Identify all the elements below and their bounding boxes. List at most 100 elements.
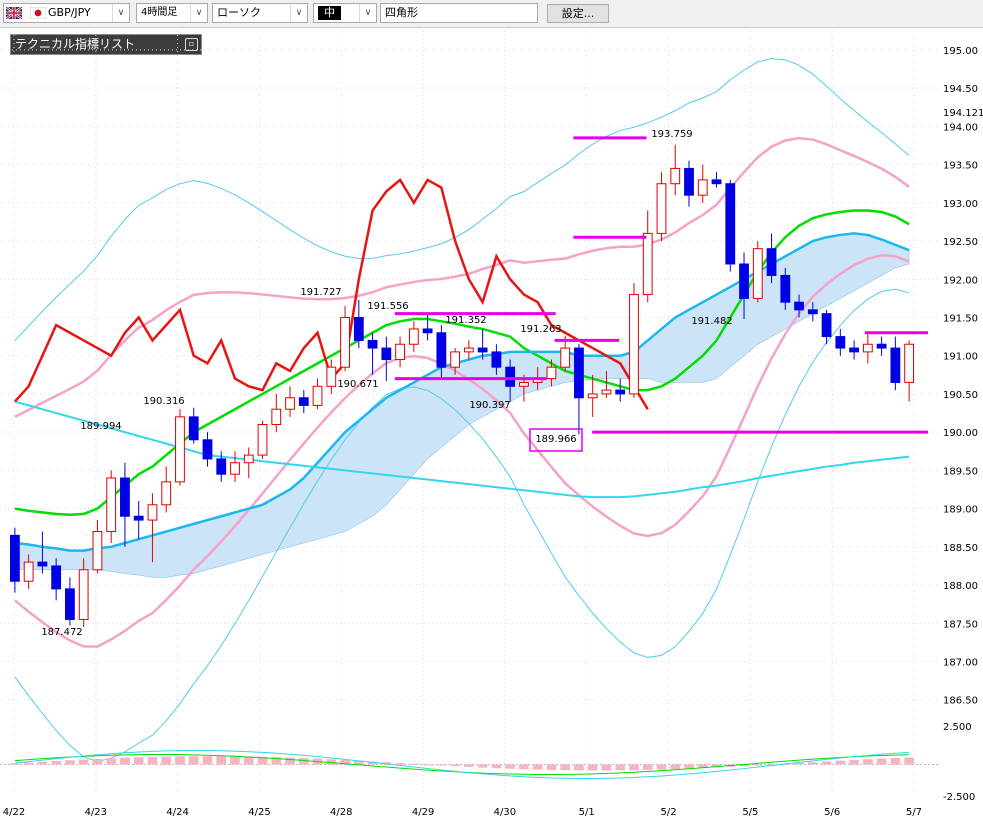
histogram-bar <box>587 764 598 771</box>
candle-body <box>216 458 227 475</box>
histogram-bar <box>574 764 584 771</box>
price-annotation: 191.263 <box>520 324 561 335</box>
candle-body <box>175 416 185 483</box>
price-annotation: 193.759 <box>651 129 692 140</box>
histogram-bar <box>409 763 419 765</box>
candle-body <box>202 439 213 460</box>
chart-style-select[interactable]: ローソク ∨ <box>212 3 308 23</box>
histogram-bar <box>243 756 254 765</box>
histogram-bar <box>642 764 653 770</box>
histogram-bar <box>10 763 20 765</box>
candle-body <box>23 561 34 582</box>
price-tick-label: 192.50 <box>943 237 978 248</box>
price-tick-label: 194.50 <box>943 84 978 95</box>
candle-body <box>642 232 653 296</box>
chevron-down-icon[interactable]: ∨ <box>359 4 376 22</box>
japan-flag-icon <box>30 7 46 19</box>
date-tick-label: 4/23 <box>85 807 107 818</box>
histogram-bar <box>656 764 667 770</box>
candle-body <box>505 366 516 387</box>
settings-button[interactable]: 設定... <box>547 4 609 23</box>
candle-body <box>147 504 158 521</box>
candle-body <box>271 408 282 426</box>
chevron-down-icon[interactable]: ∨ <box>290 4 307 22</box>
histogram-bar <box>615 764 626 771</box>
candle-body <box>243 454 254 464</box>
candle-body <box>862 343 873 353</box>
candle-body <box>353 316 364 341</box>
chevron-down-icon[interactable]: ∨ <box>190 4 207 22</box>
candle-body <box>656 183 667 234</box>
candle-body <box>340 316 350 368</box>
candle-body <box>711 179 722 185</box>
price-tick-label: 195.00 <box>943 46 978 57</box>
candle-body <box>257 424 268 456</box>
drawing-tool-field[interactable]: 四角形 <box>380 3 538 23</box>
toolbar: GBP/JPY ∨ 4時間足 ∨ ローソク ∨ 中 ∨ 四角形 設定... <box>0 0 983 28</box>
histogram-bar <box>188 756 199 765</box>
date-tick-label: 4/22 <box>3 807 25 818</box>
histogram-bar <box>51 760 61 765</box>
histogram-bar <box>849 759 859 765</box>
candle-body <box>821 313 832 338</box>
histogram-bar <box>37 761 48 765</box>
date-tick-label: 5/7 <box>906 807 922 818</box>
histogram-bar <box>863 759 873 765</box>
candle-body <box>298 397 309 406</box>
candle-body <box>601 389 612 395</box>
price-tick-label: 193.50 <box>943 161 978 172</box>
line-width-select[interactable]: 中 ∨ <box>313 3 377 23</box>
price-tick-label: 187.50 <box>943 619 978 630</box>
histogram-bar <box>601 764 612 771</box>
price-chart[interactable]: 191.727 191.556 191.352 190.671 190.316 189.9… <box>0 27 983 821</box>
histogram-bar <box>835 760 846 765</box>
price-tick-label: 191.50 <box>943 313 978 324</box>
bb-lower-outer-line <box>14 288 910 763</box>
candle-body <box>684 167 694 196</box>
candle-body <box>629 294 639 395</box>
date-tick-label: 4/30 <box>494 807 516 818</box>
histogram-bar <box>395 763 405 765</box>
candle-body <box>794 301 804 311</box>
date-axis: 4/22 4/23 4/24 4/25 4/28 4/29 4/30 5/1 5/2 5/5 5/6… <box>3 807 922 818</box>
price-annotation: 189.966 <box>535 434 576 445</box>
chevron-down-icon[interactable]: ∨ <box>112 4 129 22</box>
chart-style-label: ローソク <box>217 6 261 19</box>
price-annotation: 191.556 <box>367 301 408 312</box>
candle-body <box>766 248 777 276</box>
candle-body <box>697 179 708 196</box>
symbol-select[interactable]: GBP/JPY ∨ <box>3 3 130 23</box>
price-axis: 195.00 194.50 194.00 193.50 193.00 192.50 192.… <box>943 46 983 707</box>
symbol-label: GBP/JPY <box>48 6 91 19</box>
candle-body <box>37 561 48 567</box>
current-price-label: 194.121 <box>943 108 983 119</box>
line-width-label: 中 <box>318 6 341 20</box>
candle-body <box>807 309 818 315</box>
timeframe-select[interactable]: 4時間足 ∨ <box>136 3 208 23</box>
histogram-bar <box>808 762 818 765</box>
candle-body <box>890 347 901 383</box>
candle-body <box>491 351 502 368</box>
histogram-bar <box>120 757 130 765</box>
candle-body <box>752 248 763 299</box>
candle-body <box>78 569 89 620</box>
candle-body <box>188 416 199 441</box>
histogram-bar <box>65 760 75 765</box>
candle-body <box>161 481 172 506</box>
sub-tick-label: 2.500 <box>943 722 972 733</box>
candle-body <box>670 167 681 185</box>
candle-body <box>436 332 447 368</box>
histogram-bar <box>890 757 901 765</box>
histogram-bar <box>106 758 116 765</box>
candle-body <box>739 263 749 299</box>
price-tick-label: 189.50 <box>943 466 978 477</box>
histogram-bar <box>629 764 639 771</box>
candle-body <box>395 343 405 361</box>
oscillator-subchart: 2.500 -2.500 <box>0 722 975 803</box>
histogram-bar <box>161 756 172 765</box>
candle-body <box>326 366 337 387</box>
price-annotation: 191.352 <box>445 315 486 326</box>
candle-body <box>450 351 461 368</box>
candle-body <box>587 393 598 399</box>
candle-body <box>92 531 103 571</box>
